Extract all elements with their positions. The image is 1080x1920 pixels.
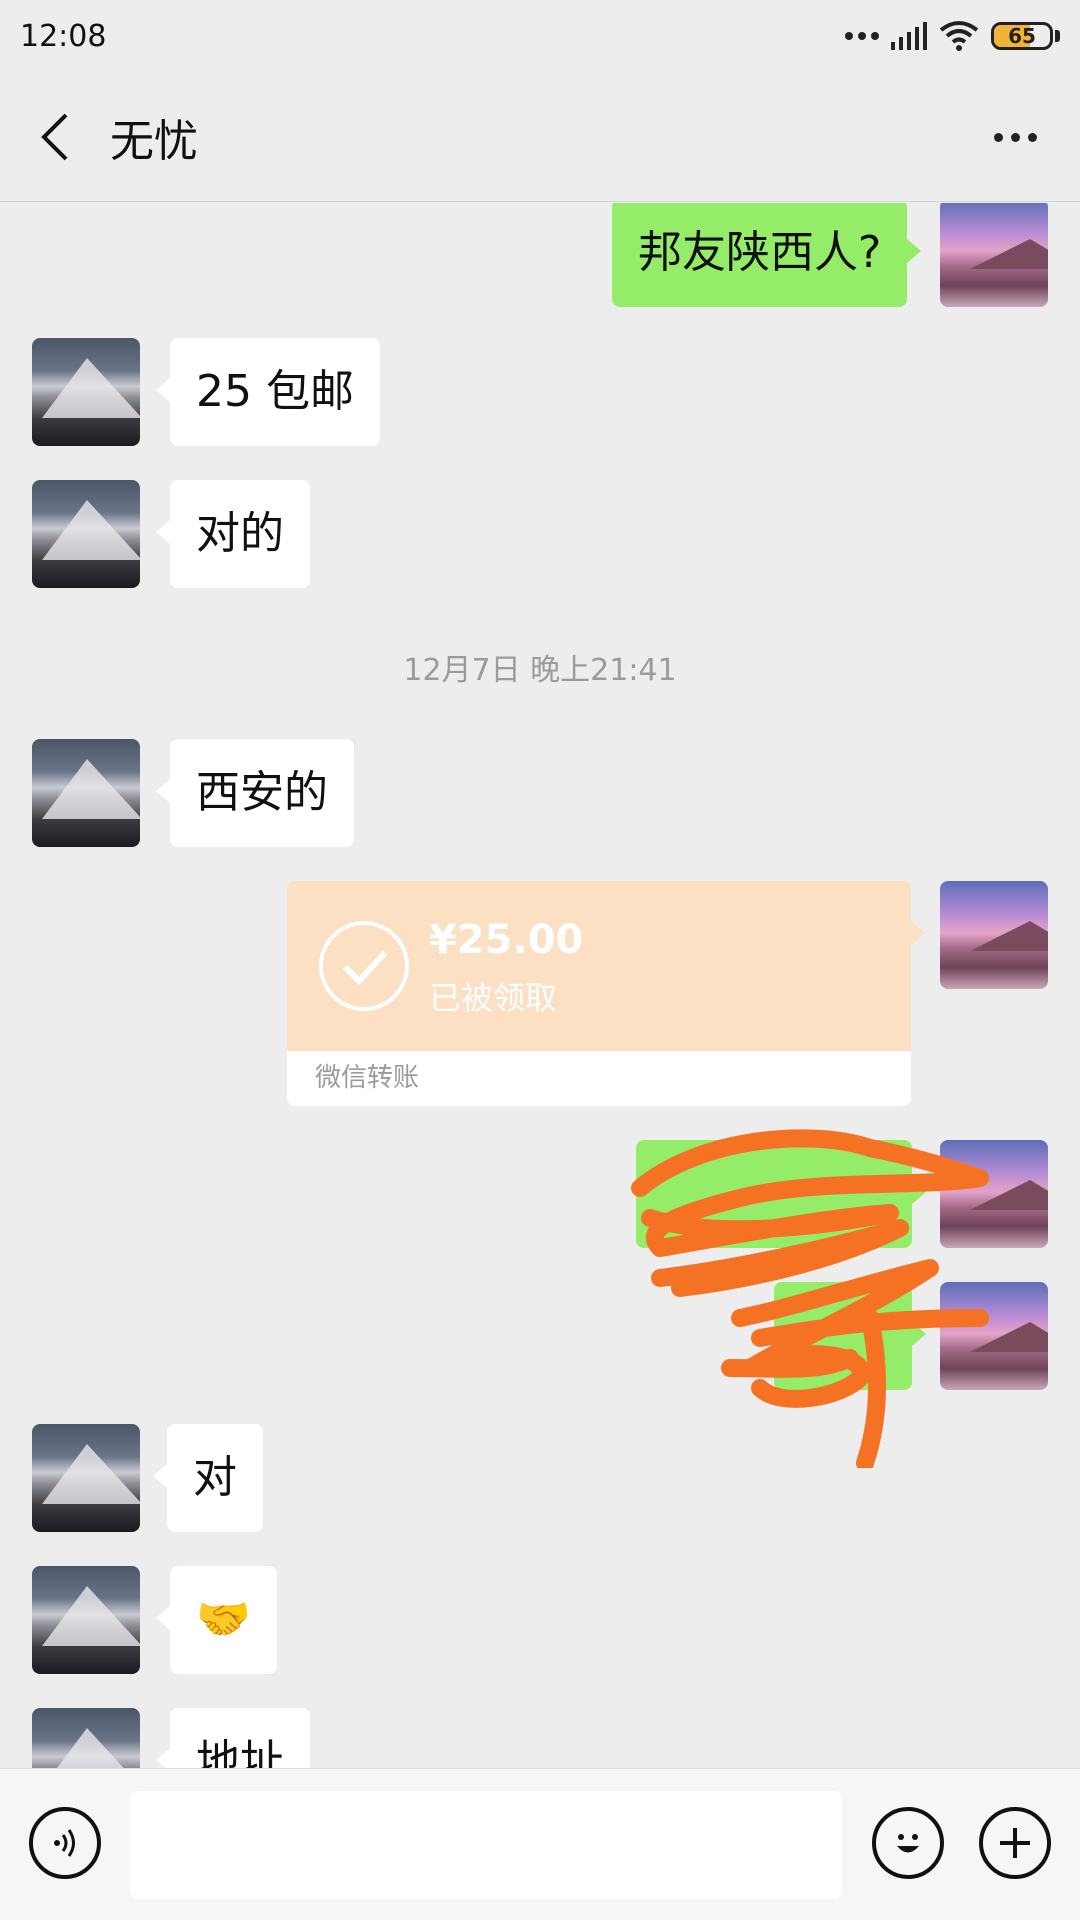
contact-avatar[interactable] bbox=[32, 739, 140, 847]
message-incoming-emoji[interactable]: 🤝 bbox=[156, 1566, 277, 1674]
more-dot-icon bbox=[1010, 132, 1020, 142]
chat-messages[interactable]: 邦友陕西人? 25 包邮 对的 12月7日 晚上21:41 西安的 ¥25.00… bbox=[0, 203, 1080, 1768]
my-avatar[interactable] bbox=[940, 881, 1048, 989]
message-input[interactable] bbox=[130, 1791, 842, 1899]
wifi-icon bbox=[939, 21, 979, 51]
input-bar bbox=[0, 1768, 1080, 1920]
transfer-card-body: ¥25.00 已被领取 bbox=[287, 881, 925, 1051]
chevron-left-icon bbox=[41, 113, 68, 160]
transfer-label: 微信转账 bbox=[287, 1051, 911, 1106]
message-incoming[interactable]: 地址 bbox=[156, 1708, 310, 1768]
more-dot-icon bbox=[1027, 132, 1037, 142]
battery-icon: 65 bbox=[991, 22, 1053, 50]
transfer-card[interactable]: ¥25.00 已被领取 微信转账 bbox=[287, 881, 925, 1106]
more-notifications-icon bbox=[845, 32, 879, 40]
voice-icon bbox=[54, 1829, 75, 1857]
contact-avatar[interactable] bbox=[32, 1708, 140, 1768]
contact-avatar[interactable] bbox=[32, 1424, 140, 1532]
message-incoming[interactable]: 西安的 bbox=[156, 739, 354, 847]
my-avatar[interactable] bbox=[940, 203, 1048, 307]
voice-button[interactable] bbox=[29, 1807, 101, 1879]
message-outgoing[interactable]: 邦友陕西人? bbox=[612, 203, 922, 307]
transfer-check-icon bbox=[319, 921, 409, 1011]
back-button[interactable] bbox=[4, 87, 104, 187]
battery-percent: 65 bbox=[1008, 24, 1036, 48]
contact-avatar[interactable] bbox=[32, 480, 140, 588]
emoji-button[interactable] bbox=[872, 1807, 944, 1879]
battery-tip bbox=[1055, 30, 1060, 42]
status-icons: 65 bbox=[845, 20, 1060, 52]
contact-avatar[interactable] bbox=[32, 338, 140, 446]
message-timestamp: 12月7日 晚上21:41 bbox=[403, 653, 677, 688]
emoji-icon bbox=[897, 1834, 919, 1853]
status-bar: 12:08 65 bbox=[0, 0, 1080, 72]
more-options-button[interactable] bbox=[980, 102, 1050, 172]
transfer-amount: ¥25.00 bbox=[429, 917, 584, 963]
contact-avatar[interactable] bbox=[32, 1566, 140, 1674]
more-dot-icon bbox=[993, 132, 1003, 142]
chat-header: 无忧 bbox=[0, 72, 1080, 202]
status-time: 12:08 bbox=[20, 18, 107, 54]
chat-title: 无忧 bbox=[110, 115, 198, 167]
redaction-scribble bbox=[631, 1129, 989, 1468]
transfer-status: 已被领取 bbox=[429, 979, 558, 1017]
message-incoming[interactable]: 对 bbox=[153, 1424, 263, 1532]
message-incoming[interactable]: 对的 bbox=[156, 480, 310, 588]
plus-icon bbox=[1000, 1828, 1030, 1858]
more-functions-button[interactable] bbox=[979, 1807, 1051, 1879]
signal-icon bbox=[891, 22, 927, 50]
message-incoming[interactable]: 25 包邮 bbox=[156, 338, 380, 446]
